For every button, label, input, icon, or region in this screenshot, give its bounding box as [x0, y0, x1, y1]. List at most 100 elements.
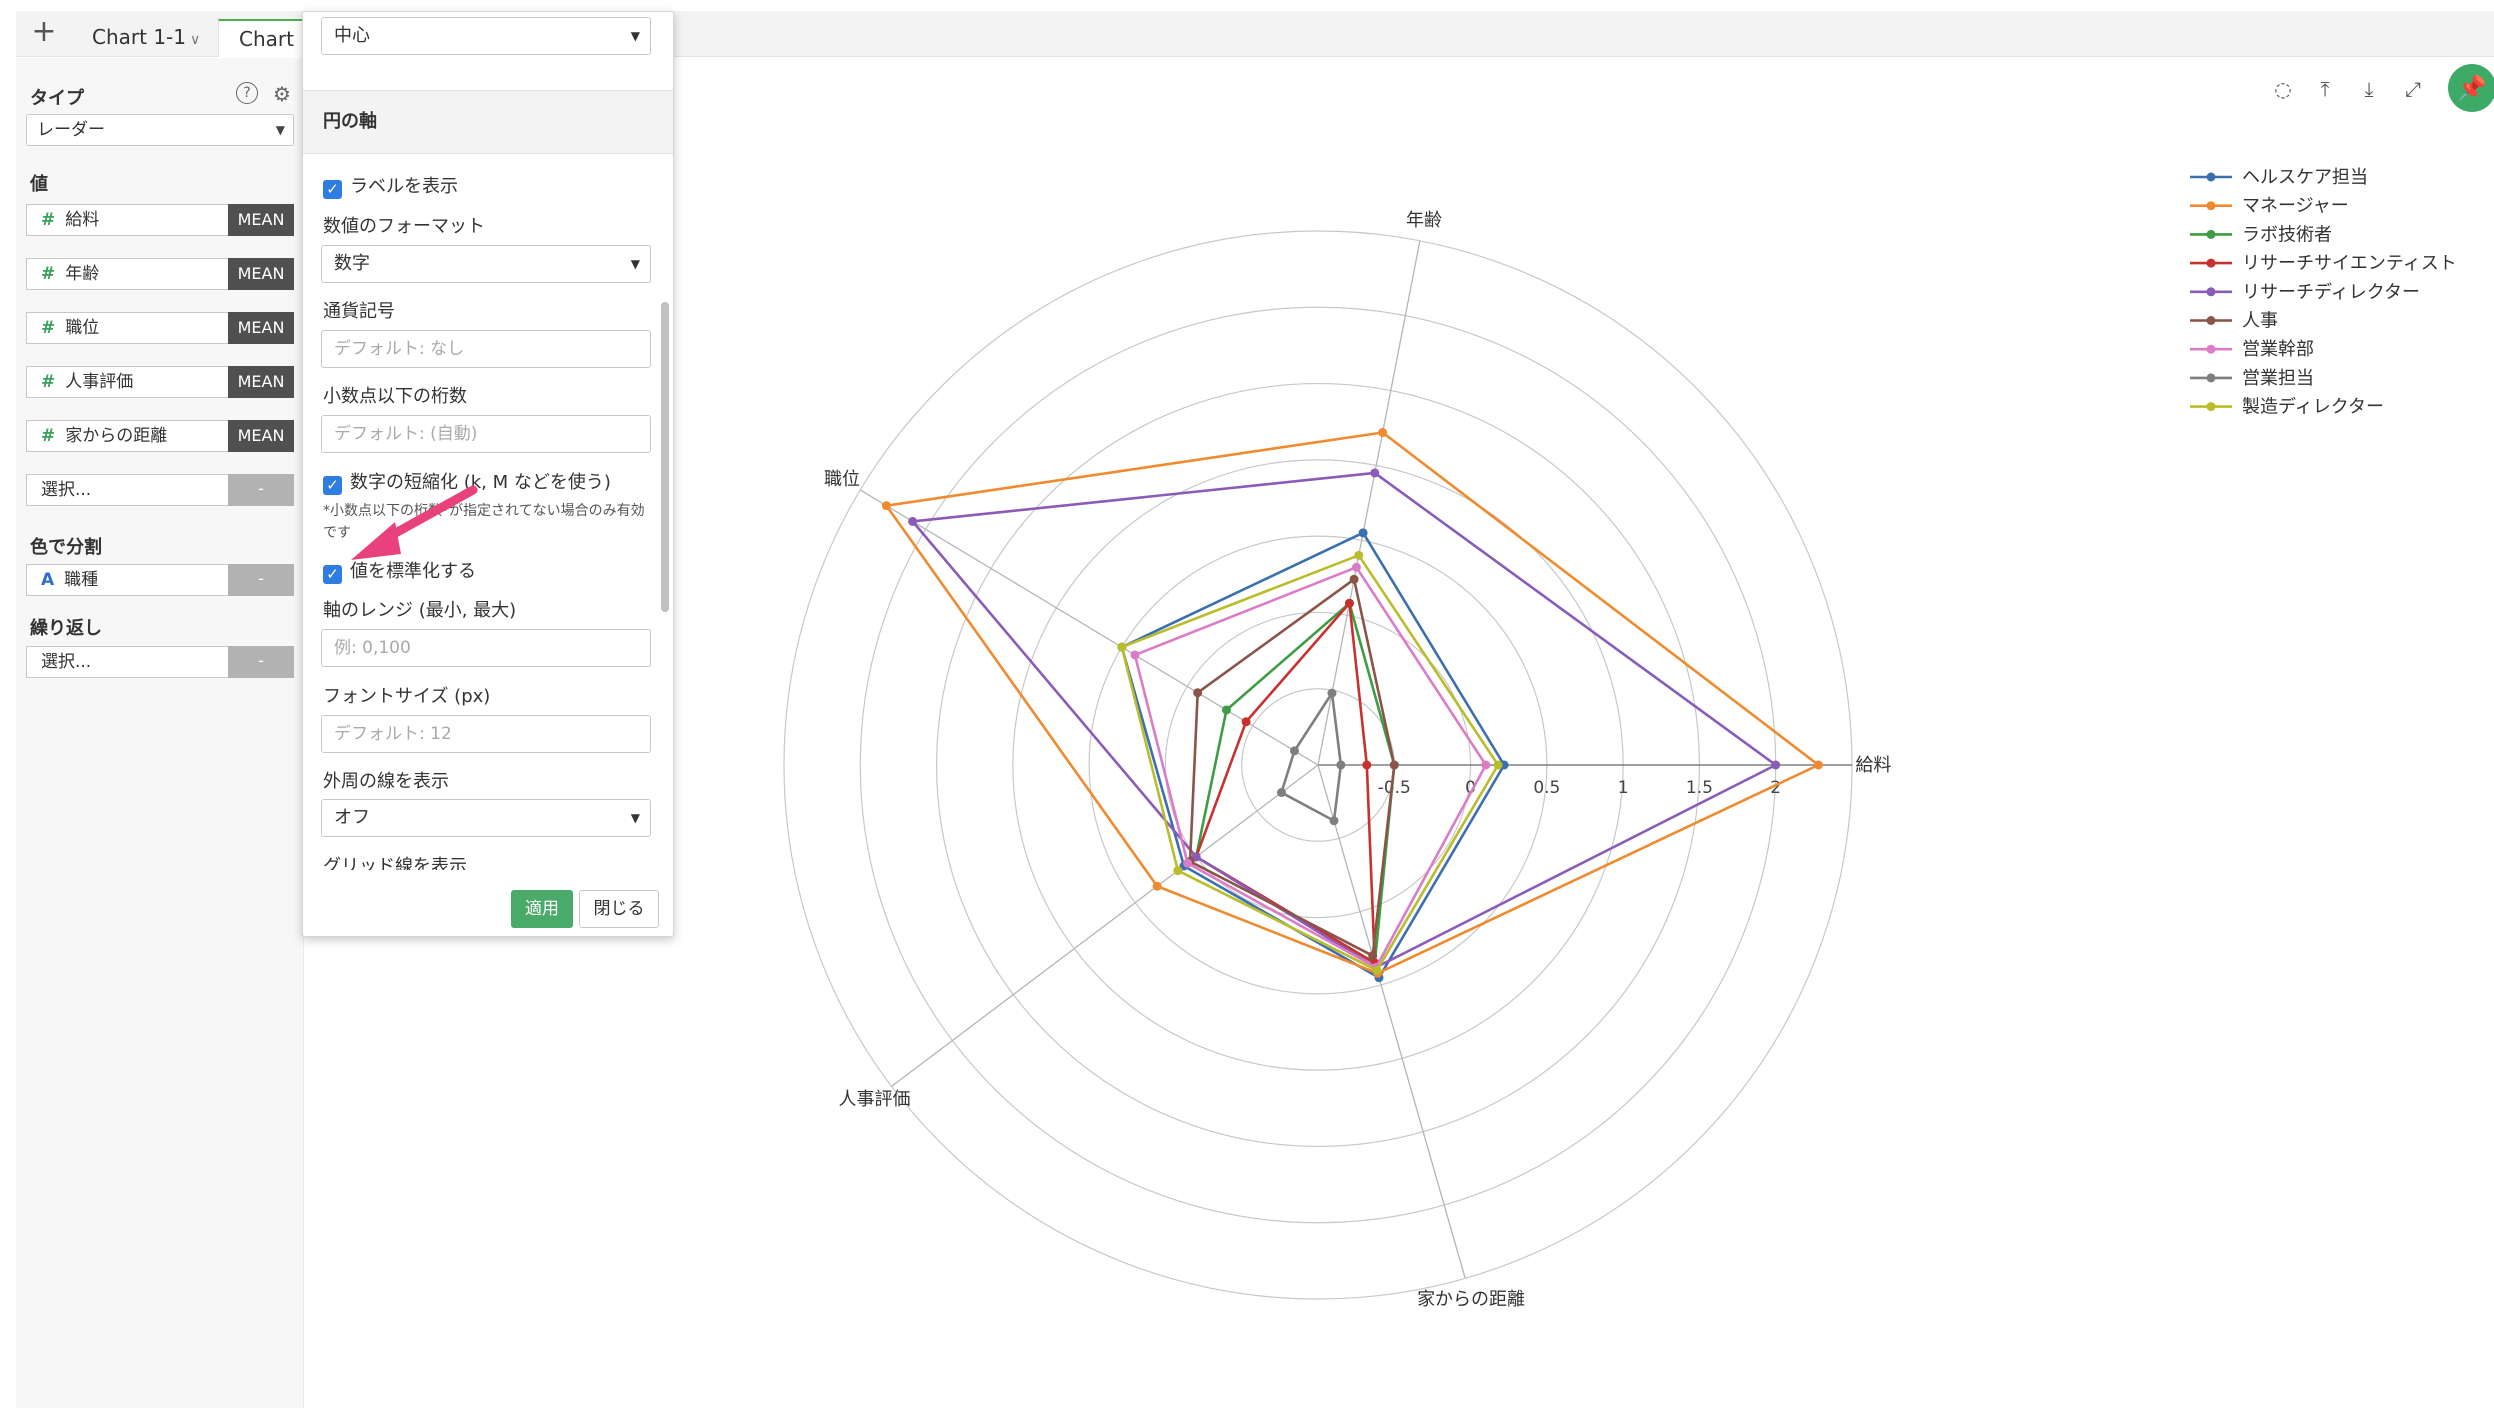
value-name: 給料 — [65, 210, 100, 230]
repeat-select-field[interactable]: 選択... — [26, 646, 228, 678]
download-icon[interactable]: ⤓ — [2354, 74, 2384, 104]
series-point — [1813, 760, 1823, 770]
legend-swatch-dot — [2206, 258, 2216, 268]
outer-line-value: オフ — [334, 807, 370, 828]
chevron-down-icon: ∨ — [189, 32, 201, 48]
series-point — [1481, 760, 1491, 770]
series-point — [1370, 468, 1380, 478]
series-point — [1152, 881, 1162, 891]
series-point — [1493, 760, 1503, 770]
number-format-select[interactable]: 数字 ▼ — [321, 245, 651, 283]
gear-icon[interactable]: ⚙ — [270, 82, 294, 106]
checkbox-checked-icon: ✓ — [323, 565, 342, 584]
checkbox-checked-icon: ✓ — [323, 476, 342, 495]
dialog-scrollbar[interactable] — [661, 302, 669, 612]
dialog-body: 中心 ▼ 円の軸 ✓ ラベルを表示 数値のフォーマット 数字 ▼ 通貨記号 デフォルト… — [303, 12, 673, 870]
legend-label[interactable]: 製造ディレクター — [2242, 397, 2384, 418]
currency-label: 通貨記号 — [323, 301, 395, 322]
color-split-label: 色で分割 — [30, 537, 102, 558]
caret-down-icon: ▼ — [630, 29, 640, 43]
legend-label[interactable]: 営業担当 — [2242, 368, 2314, 389]
value-row-salary[interactable]: # 給料 MEAN — [26, 204, 294, 236]
value-select-field[interactable]: 選択... — [26, 474, 228, 506]
upload-icon[interactable]: ⤒ — [2310, 74, 2340, 104]
color-dash-button[interactable]: - — [228, 564, 294, 596]
color-split-row[interactable]: A 職種 - — [26, 564, 294, 596]
decimals-input[interactable]: デフォルト: (自動) — [321, 415, 651, 453]
value-dash-button[interactable]: - — [228, 474, 294, 506]
expand-icon[interactable]: ⤢ — [2398, 74, 2428, 104]
series-point — [1336, 760, 1346, 770]
chart-settings-panel: タイプ ? ⚙ レーダー ▼ 値 # 給料 MEAN # 年齢 MEAN # 職位 MEAN … — [16, 58, 304, 1408]
repeat-row[interactable]: 選択... - — [26, 646, 294, 678]
legend-label[interactable]: リサーチディレクター — [2242, 282, 2420, 303]
series-point — [1368, 951, 1378, 961]
value-name: 人事評価 — [65, 372, 134, 392]
numeric-column-icon: # — [41, 210, 56, 230]
value-row-age[interactable]: # 年齢 MEAN — [26, 258, 294, 290]
value-field[interactable]: # 家からの距離 — [26, 420, 228, 452]
legend-swatch-dot — [2206, 201, 2216, 211]
legend-swatch-dot — [2206, 402, 2216, 412]
series-point — [1344, 598, 1354, 608]
show-labels-checkbox[interactable]: ✓ ラベルを表示 — [323, 172, 458, 199]
close-button[interactable]: 閉じる — [579, 890, 659, 928]
color-split-field[interactable]: A 職種 — [26, 564, 228, 596]
chart-legend: ヘルスケア担当マネージャーラボ技術者リサーチサイエンティストリサーチディレクター… — [2190, 167, 2457, 418]
outer-line-select[interactable]: オフ ▼ — [321, 799, 651, 837]
aggregation-button[interactable]: MEAN — [228, 420, 294, 452]
legend-label[interactable]: 営業幹部 — [2242, 339, 2314, 360]
legend-swatch-dot — [2206, 373, 2216, 383]
font-size-label: フォントサイズ (px) — [323, 686, 491, 707]
value-row-evaluation[interactable]: # 人事評価 MEAN — [26, 366, 294, 398]
chart-type-select[interactable]: レーダー ▼ — [26, 114, 294, 146]
help-icon[interactable]: ? — [236, 82, 258, 104]
aggregation-button[interactable]: MEAN — [228, 258, 294, 290]
app-window: 給料 年齢 職位 人事評価 家からの距離 -0.5 0 0.5 1 1.5 2 ヘルスケア担当 マネー… — [0, 0, 2494, 1408]
value-field[interactable]: # 人事評価 — [26, 366, 228, 398]
aggregation-button[interactable]: MEAN — [228, 312, 294, 344]
add-tab-button[interactable]: + — [26, 15, 62, 51]
axis-range-input[interactable]: 例: 0,100 — [321, 629, 651, 667]
value-row-distance[interactable]: # 家からの距離 MEAN — [26, 420, 294, 452]
legend-label[interactable]: 人事 — [2242, 311, 2278, 332]
value-row-position[interactable]: # 職位 MEAN — [26, 312, 294, 344]
series-line — [1120, 531, 1506, 979]
color-split-value: 職種 — [64, 570, 99, 590]
value-field[interactable]: # 職位 — [26, 312, 228, 344]
axis-line — [1317, 240, 1421, 766]
aggregation-button[interactable]: MEAN — [228, 366, 294, 398]
value-field[interactable]: # 年齢 — [26, 258, 228, 290]
series-point — [1289, 746, 1299, 756]
apply-button[interactable]: 適用 — [511, 890, 573, 928]
text-column-icon: A — [41, 570, 55, 590]
currency-input[interactable]: デフォルト: なし — [321, 330, 651, 368]
grid-line-label: グリッド線を表示 — [323, 856, 467, 870]
radial-tick-label: 0.5 — [1533, 778, 1560, 798]
legend-label[interactable]: ヘルスケア担当 — [2242, 167, 2368, 188]
series-point — [881, 501, 891, 511]
legend-label[interactable]: ラボ技術者 — [2242, 224, 2332, 245]
value-add-row[interactable]: 選択... - — [26, 474, 294, 506]
legend-label[interactable]: マネージャー — [2242, 196, 2349, 217]
value-name: 家からの距離 — [65, 426, 168, 446]
series-point — [1354, 550, 1364, 560]
series-point — [908, 516, 918, 526]
series-point — [1771, 760, 1781, 770]
legend-swatch-dot — [2206, 344, 2216, 354]
series-point — [1183, 858, 1193, 868]
value-field[interactable]: # 給料 — [26, 204, 228, 236]
radial-tick-label: 1 — [1618, 778, 1629, 798]
aggregation-button[interactable]: MEAN — [228, 204, 294, 236]
repeat-dash-button[interactable]: - — [228, 646, 294, 678]
center-select[interactable]: 中心 ▼ — [321, 17, 651, 55]
axis-label: 人事評価 — [838, 1089, 910, 1110]
pin-icon[interactable]: 📌 — [2448, 64, 2494, 112]
legend-swatch-dot — [2206, 172, 2216, 182]
tab-chart-1-1[interactable]: Chart 1-1 ∨ — [92, 19, 212, 57]
series-point — [1221, 705, 1231, 715]
series-point — [1117, 642, 1127, 652]
comment-icon[interactable]: ◌ — [2268, 74, 2298, 104]
font-size-input[interactable]: デフォルト: 12 — [321, 715, 651, 753]
legend-label[interactable]: リサーチサイエンティスト — [2242, 253, 2457, 274]
